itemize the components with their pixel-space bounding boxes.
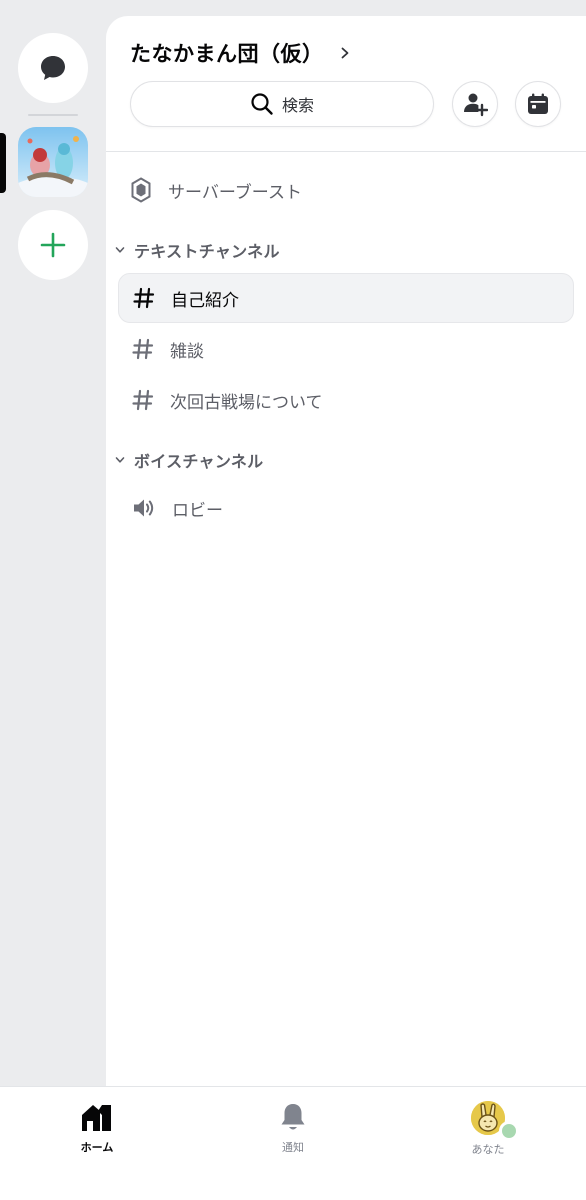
calendar-icon <box>528 93 548 114</box>
channel-name: ロビー <box>172 500 223 521</box>
channel-item-kosenjou[interactable]: 次回古戦場について <box>118 375 574 425</box>
direct-messages-button[interactable] <box>18 33 88 103</box>
selected-server-indicator <box>0 133 6 193</box>
chevron-down-icon <box>115 247 125 253</box>
server-boost-item[interactable]: サーバーブースト <box>130 176 302 204</box>
speaker-icon <box>134 499 154 517</box>
category-voice-channels[interactable]: ボイスチャンネル <box>114 447 263 473</box>
category-label: テキストチャンネル <box>134 242 280 261</box>
search-button[interactable]: 検索 <box>130 81 434 127</box>
hash-icon <box>133 287 155 309</box>
boost-gem-icon <box>131 177 151 203</box>
category-text-channels[interactable]: テキストチャンネル <box>114 237 280 263</box>
rail-divider <box>28 114 78 116</box>
channel-panel: たなかまん団（仮） 検索 サーバーブースト テキストチャンネル 自己紹介 雑談 … <box>106 16 586 1086</box>
plus-icon <box>40 232 66 258</box>
search-label: 検索 <box>281 96 314 115</box>
search-icon <box>251 93 273 115</box>
server-boost-label: サーバーブースト <box>168 182 302 203</box>
home-icon <box>82 1105 111 1131</box>
server-icon[interactable] <box>18 127 88 197</box>
invite-members-button[interactable] <box>452 81 498 127</box>
bell-icon <box>281 1104 305 1130</box>
add-user-icon <box>464 93 488 117</box>
nav-notifications-label: 通知 <box>282 1141 304 1154</box>
server-rail <box>0 0 106 1086</box>
nav-you-label: あなた <box>471 1143 505 1156</box>
channel-name: 自己紹介 <box>171 290 239 311</box>
bottom-navigation: ホーム 通知 あなた <box>0 1086 586 1200</box>
chat-bubble-icon <box>41 56 65 80</box>
nav-notifications[interactable]: 通知 <box>233 1101 353 1155</box>
server-header: たなかまん団（仮） 検索 <box>106 16 586 152</box>
server-name-button[interactable]: たなかまん団（仮） <box>130 38 352 68</box>
user-avatar-wrap <box>471 1101 519 1141</box>
nav-you[interactable]: あなた <box>428 1101 548 1157</box>
chevron-right-icon <box>341 47 348 59</box>
status-indicator <box>499 1121 519 1141</box>
nav-home-label: ホーム <box>80 1141 114 1154</box>
server-name: たなかまん団（仮） <box>130 42 324 66</box>
nav-home[interactable]: ホーム <box>37 1101 157 1155</box>
channel-item-zatsudan[interactable]: 雑談 <box>118 324 574 374</box>
channel-name: 次回古戦場について <box>170 392 323 413</box>
add-server-button[interactable] <box>18 210 88 280</box>
channel-item-jikoshoukai[interactable]: 自己紹介 <box>118 273 574 323</box>
voice-channel-lobby[interactable]: ロビー <box>118 483 574 533</box>
hash-icon <box>132 389 154 411</box>
hash-icon <box>132 338 154 360</box>
events-button[interactable] <box>515 81 561 127</box>
category-label: ボイスチャンネル <box>134 452 264 471</box>
chevron-down-icon <box>115 457 125 463</box>
channel-name: 雑談 <box>170 341 204 362</box>
